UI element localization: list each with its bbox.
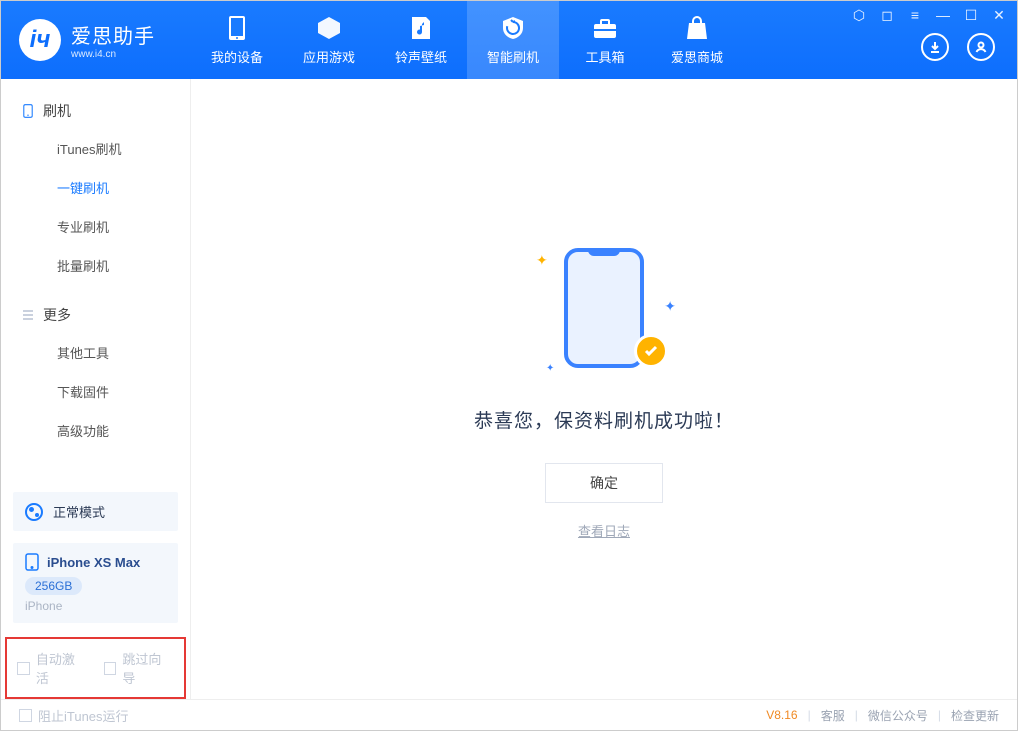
sidebar-group-flash: 刷机 [1, 93, 190, 129]
logo-icon: iч [19, 19, 61, 61]
sidebar-item-itunes-flash[interactable]: iTunes刷机 [1, 129, 190, 168]
nav-flash[interactable]: 智能刷机 [467, 1, 559, 79]
download-button[interactable] [921, 33, 949, 61]
skin-icon[interactable]: ⬡ [851, 7, 867, 24]
logo: iч 爱思助手 www.i4.cn [1, 1, 191, 79]
sidebar-item-oneclick-flash[interactable]: 一键刷机 [1, 168, 190, 207]
sidebar-item-batch-flash[interactable]: 批量刷机 [1, 246, 190, 285]
minimize-button[interactable]: — [935, 7, 951, 24]
device-capacity: 256GB [25, 577, 82, 595]
device-type: iPhone [25, 599, 166, 613]
checkbox-icon [19, 709, 32, 722]
app-header: iч 爱思助手 www.i4.cn 我的设备 应用游戏 铃声壁纸 智能刷机 工具… [1, 1, 1017, 79]
more-icon [21, 308, 35, 322]
header-actions [921, 33, 995, 61]
view-log-link[interactable]: 查看日志 [578, 521, 630, 540]
flash-options-highlight: 自动激活 跳过向导 [5, 637, 186, 699]
phone-icon [224, 15, 250, 41]
device-name: iPhone XS Max [47, 555, 140, 570]
cube-icon [316, 15, 342, 41]
block-itunes-checkbox[interactable]: 阻止iTunes运行 [19, 706, 129, 725]
device-icon [21, 104, 35, 118]
sidebar-item-pro-flash[interactable]: 专业刷机 [1, 207, 190, 246]
shield-refresh-icon [500, 15, 526, 41]
status-bar: 阻止iTunes运行 V8.16 | 客服 | 微信公众号 | 检查更新 [1, 699, 1017, 730]
sidebar-group-more: 更多 [1, 297, 190, 333]
nav-toolbox[interactable]: 工具箱 [559, 1, 651, 79]
auto-activate-checkbox[interactable]: 自动激活 [17, 649, 88, 687]
maximize-button[interactable]: ☐ [963, 7, 979, 24]
sparkle-icon: ✦ [536, 252, 548, 269]
device-card[interactable]: iPhone XS Max 256GB iPhone [13, 543, 178, 623]
version-label: V8.16 [766, 708, 797, 722]
feedback-icon[interactable]: ◻ [879, 7, 895, 24]
wechat-link[interactable]: 微信公众号 [868, 707, 928, 724]
success-illustration: ✦ ✦ ✦ [534, 238, 674, 378]
app-name: 爱思助手 [71, 20, 155, 49]
check-update-link[interactable]: 检查更新 [951, 707, 999, 724]
sparkle-icon: ✦ [664, 298, 676, 315]
top-nav: 我的设备 应用游戏 铃声壁纸 智能刷机 工具箱 爱思商城 [191, 1, 743, 79]
sidebar-item-download-firmware[interactable]: 下载固件 [1, 372, 190, 411]
music-file-icon [408, 15, 434, 41]
sidebar-item-advanced[interactable]: 高级功能 [1, 411, 190, 450]
sidebar-item-other-tools[interactable]: 其他工具 [1, 333, 190, 372]
menu-icon[interactable]: ≡ [907, 7, 923, 24]
sparkle-icon: ✦ [546, 363, 554, 374]
check-badge-icon [634, 334, 668, 368]
support-link[interactable]: 客服 [821, 707, 845, 724]
nav-ringtones[interactable]: 铃声壁纸 [375, 1, 467, 79]
window-controls: ⬡ ◻ ≡ — ☐ ✕ [851, 7, 1007, 24]
bag-icon [684, 15, 710, 41]
success-message: 恭喜您，保资料刷机成功啦！ [474, 406, 734, 433]
toolbox-icon [592, 15, 618, 41]
mode-indicator[interactable]: 正常模式 [13, 492, 178, 531]
phone-illustration-icon [564, 248, 644, 368]
checkbox-icon [104, 662, 117, 675]
checkbox-icon [17, 662, 30, 675]
user-button[interactable] [967, 33, 995, 61]
main-content: ✦ ✦ ✦ 恭喜您，保资料刷机成功啦！ 确定 查看日志 [191, 79, 1017, 699]
normal-mode-icon [25, 503, 43, 521]
nav-my-device[interactable]: 我的设备 [191, 1, 283, 79]
nav-apps[interactable]: 应用游戏 [283, 1, 375, 79]
close-button[interactable]: ✕ [991, 7, 1007, 24]
confirm-button[interactable]: 确定 [545, 463, 663, 503]
app-domain: www.i4.cn [71, 49, 155, 60]
nav-store[interactable]: 爱思商城 [651, 1, 743, 79]
skip-guide-checkbox[interactable]: 跳过向导 [104, 649, 175, 687]
device-phone-icon [25, 553, 39, 571]
sidebar: 刷机 iTunes刷机 一键刷机 专业刷机 批量刷机 更多 其他工具 下载固件 … [1, 79, 191, 699]
